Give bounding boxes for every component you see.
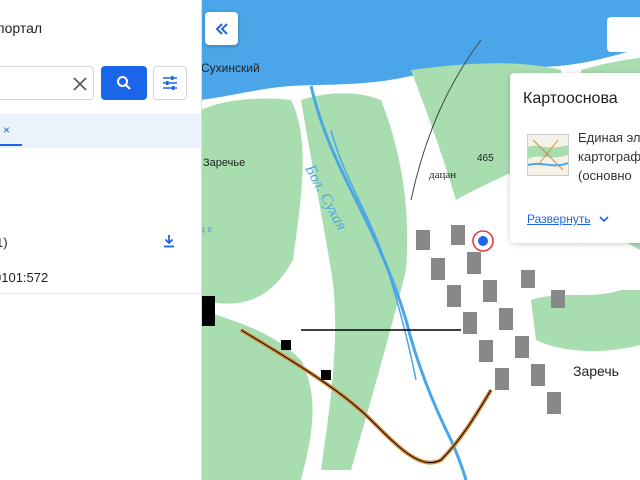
building bbox=[495, 368, 509, 390]
collapse-sidebar-button[interactable] bbox=[205, 12, 238, 45]
building bbox=[281, 340, 291, 350]
basemap-panel: Картооснова Единая эл картограф (основно… bbox=[510, 73, 640, 243]
building bbox=[416, 230, 430, 250]
portal-title: портал bbox=[0, 20, 43, 36]
sidebar: портал о × 1) 0101:572 bbox=[0, 0, 202, 480]
chevron-down-icon[interactable] bbox=[598, 213, 610, 225]
download-icon[interactable] bbox=[161, 233, 177, 249]
basemap-thumbnail[interactable] bbox=[527, 134, 569, 176]
building bbox=[201, 296, 215, 326]
map-label-datsan: дацан bbox=[429, 169, 456, 181]
double-chevron-left-icon bbox=[215, 22, 228, 35]
map-label-zarechye-right: Заречь bbox=[573, 363, 619, 379]
basemap-description-line: картограф bbox=[578, 149, 640, 164]
building bbox=[467, 252, 481, 274]
tag-underline bbox=[0, 144, 22, 146]
building bbox=[499, 308, 513, 330]
building bbox=[321, 370, 331, 380]
clear-icon[interactable] bbox=[70, 74, 90, 94]
filter-sliders-icon bbox=[163, 76, 177, 90]
search-button[interactable] bbox=[101, 66, 147, 100]
map-label-zarechye-left: Заречье bbox=[203, 157, 245, 169]
basemap-description-line: (основно bbox=[578, 168, 632, 183]
map-label-number: 465 bbox=[477, 153, 494, 164]
building bbox=[451, 225, 465, 245]
building bbox=[521, 270, 535, 288]
map-label-suhinsky: Сухинский bbox=[201, 61, 260, 75]
map-label-river-c: ц е bbox=[201, 223, 213, 235]
result-divider bbox=[0, 293, 201, 294]
building bbox=[547, 392, 561, 414]
building bbox=[551, 290, 565, 308]
building bbox=[447, 285, 461, 307]
building bbox=[531, 364, 545, 386]
expand-link[interactable]: Развернуть bbox=[527, 212, 591, 226]
search-icon bbox=[117, 76, 131, 90]
building bbox=[483, 280, 497, 302]
building bbox=[431, 258, 445, 280]
forest-area bbox=[531, 290, 640, 352]
location-marker-dot bbox=[478, 236, 488, 246]
tag-strip bbox=[0, 114, 201, 148]
basemap-heading: Картооснова bbox=[523, 90, 618, 107]
result-title[interactable]: 1) bbox=[0, 235, 8, 250]
cadastral-number[interactable]: 0101:572 bbox=[0, 270, 48, 285]
map-control-box[interactable] bbox=[607, 17, 640, 52]
building bbox=[479, 340, 493, 362]
tag-chip[interactable]: о × bbox=[0, 123, 10, 137]
building bbox=[463, 312, 477, 334]
building bbox=[515, 336, 529, 358]
basemap-description-line: Единая эл bbox=[578, 130, 640, 145]
filter-button[interactable] bbox=[153, 66, 187, 100]
